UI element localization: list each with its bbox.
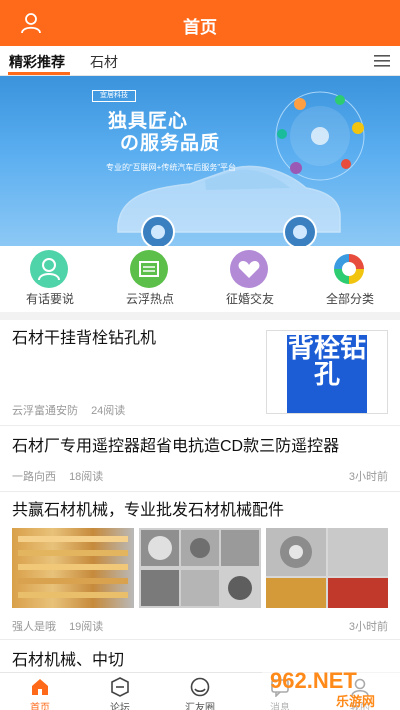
article-time: 3小时前 (348, 471, 388, 483)
thumbnail-text: 背栓钻孔 (287, 335, 367, 413)
person-icon (30, 250, 68, 288)
swirl-icon (330, 250, 368, 288)
page-title: 首页 (183, 18, 217, 37)
banner-artwork (117, 91, 365, 246)
article-reads: 24阅读 (91, 405, 126, 417)
banner-logo: 宜居科技 (92, 90, 136, 102)
article-photo (12, 528, 134, 608)
article-title: 石材干挂背栓钻孔机 (12, 330, 157, 347)
article-photo (266, 528, 388, 608)
tab-recommended[interactable]: 精彩推荐 (9, 52, 65, 72)
circle-icon (190, 677, 210, 697)
article-title: 共赢石材机械，专业批发石材机械配件 (12, 502, 285, 519)
quick-link-label: 云浮热点 (125, 292, 174, 306)
article-item[interactable]: 石材厂专用遥控器超省电抗造CD款三防遥控器 一路向西 18阅读 3小时前 (0, 426, 400, 492)
nav-label: 论坛 (110, 703, 130, 710)
home-icon (32, 679, 48, 695)
news-icon (130, 250, 168, 288)
tab-stone[interactable]: 石材 (90, 52, 118, 72)
quick-link-all-categories[interactable]: 全部分类 (300, 246, 400, 312)
article-meta: 云浮富通安防 24阅读 (12, 402, 135, 418)
site-watermark: 962.NET 乐游网 (262, 664, 400, 710)
article-thumbnail: 背栓钻孔 (266, 330, 388, 414)
nav-forum[interactable]: 论坛 (80, 673, 160, 710)
quick-link-dating[interactable]: 征婚交友 (200, 246, 300, 312)
quick-link-comments[interactable]: 有话要说 (0, 246, 100, 312)
article-reads: 18阅读 (69, 471, 104, 483)
article-item[interactable]: 石材干挂背栓钻孔机 云浮富通安防 24阅读 背栓钻孔 (0, 320, 400, 426)
quick-link-label: 全部分类 (325, 292, 374, 306)
nav-label: 汇友圈 (185, 703, 215, 710)
section-divider (0, 312, 400, 320)
article-title: 石材厂专用遥控器超省电抗造CD款三防遥控器 (12, 438, 340, 455)
quick-link-label: 有话要说 (25, 292, 74, 306)
article-meta: 一路向西 18阅读 (12, 468, 113, 484)
banner-tagline: 专业的“互联网+传统汽车后服务”平台 (106, 163, 236, 172)
watermark-subtext: 乐游网 (336, 694, 375, 710)
article-author: 云浮富通安防 (12, 405, 78, 417)
forum-icon (111, 677, 129, 697)
article-item[interactable]: 共赢石材机械，专业批发石材机械配件 强人是哦 19阅读 3小时前 (0, 492, 400, 640)
watermark-text: 962.NET (270, 668, 357, 693)
article-reads: 19阅读 (69, 621, 104, 633)
quick-link-hot-news[interactable]: 云浮热点 (100, 246, 200, 312)
menu-icon[interactable] (374, 54, 390, 68)
article-photo-row (12, 528, 388, 608)
article-author: 强人是哦 (12, 621, 56, 633)
article-title: 石材机械、中切 (12, 652, 125, 669)
active-tab-indicator (8, 72, 70, 75)
article-time: 3小时前 (348, 621, 388, 633)
article-photo (139, 528, 261, 608)
heart-handshake-icon (230, 250, 268, 288)
banner-subline: の服务品质 (120, 133, 221, 154)
nav-home[interactable]: 首页 (0, 673, 80, 710)
top-bar: 首页 (0, 0, 400, 46)
nav-friends-circle[interactable]: 汇友圈 (160, 673, 240, 710)
quick-links: 有话要说 云浮热点 征婚交友 全部分类 (0, 246, 400, 312)
category-tabs: 精彩推荐 石材 (0, 46, 400, 76)
banner-carousel[interactable]: 宜居科技 独具匠心 の服务品质 专业的“互联网+传统汽车后服务”平台 (0, 76, 400, 246)
article-meta: 强人是哦 19阅读 (12, 618, 113, 634)
nav-label: 首页 (30, 703, 50, 710)
article-author: 一路向西 (12, 471, 56, 483)
quick-link-label: 征婚交友 (225, 292, 274, 306)
